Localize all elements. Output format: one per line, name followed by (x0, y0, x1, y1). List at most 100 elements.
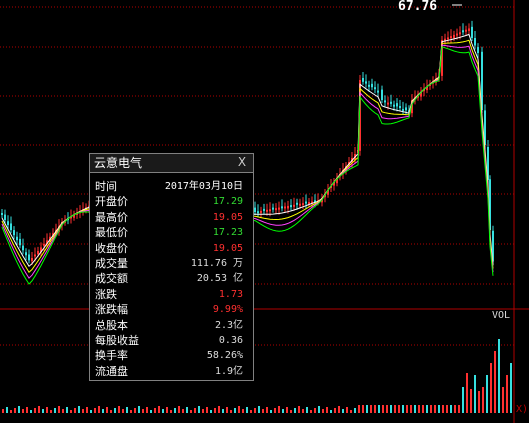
volume-bar (18, 406, 20, 413)
volume-bar (434, 405, 436, 413)
candle-body (296, 202, 298, 205)
candlestick-chart[interactable] (0, 0, 529, 423)
volume-bar (350, 410, 352, 413)
info-row-label: 成交量 (95, 256, 128, 270)
volume-bar (138, 406, 140, 413)
volume-bar (450, 405, 452, 413)
candle-body (465, 29, 467, 32)
volume-bar (102, 409, 104, 413)
volume-bar (338, 406, 340, 413)
info-row-value: 19.05 (212, 211, 243, 223)
info-row: 最高价 19.05 (90, 210, 253, 225)
volume-bar (94, 408, 96, 413)
volume-bar (50, 410, 52, 413)
volume-bar (206, 407, 208, 413)
volume-bar (238, 406, 240, 413)
volume-bar (442, 405, 444, 413)
candle-body (43, 243, 45, 246)
volume-bar (366, 405, 368, 413)
candle-body (257, 211, 259, 214)
volume-bar (106, 407, 108, 413)
candle-body (254, 207, 256, 212)
candle-body (477, 47, 479, 53)
volume-bar (318, 406, 320, 413)
candle-body (396, 103, 398, 107)
candle-body (471, 26, 473, 38)
popup-title-bar[interactable]: 云意电气 X (90, 154, 253, 173)
candle-body (293, 204, 295, 207)
candle-body (374, 87, 376, 90)
axis-mark: X) (516, 404, 529, 415)
close-icon[interactable]: X (235, 155, 249, 169)
volume-bar (230, 410, 232, 413)
volume-bar (474, 375, 476, 413)
volume-bar (354, 408, 356, 413)
volume-bar (242, 409, 244, 413)
volume-bar (294, 408, 296, 413)
info-row: 成交量 111.76 万 (90, 256, 253, 271)
volume-bar (74, 408, 76, 413)
info-row: 流通盘 1.9亿 (90, 364, 253, 379)
volume-bar (14, 408, 16, 413)
volume-bar (314, 408, 316, 413)
candle-body (28, 254, 30, 261)
volume-bar (226, 407, 228, 413)
volume-bar (258, 406, 260, 413)
volume-bar (334, 408, 336, 413)
volume-bar (34, 408, 36, 413)
volume-bar (466, 373, 468, 413)
info-row: 每股收益 0.36 (90, 333, 253, 348)
volume-bar (234, 408, 236, 413)
candle-body (474, 38, 476, 46)
candle-body (284, 206, 286, 209)
volume-bar (158, 406, 160, 413)
info-row: 涨跌 1.73 (90, 287, 253, 302)
volume-bar (458, 405, 460, 413)
price-gridlines (0, 6, 514, 346)
volume-bar (454, 405, 456, 413)
volume-bar (110, 410, 112, 413)
volume-bar (270, 410, 272, 413)
volume-bar (358, 405, 360, 413)
volume-bar (70, 410, 72, 413)
volume-bar (266, 407, 268, 413)
volume-bar (214, 408, 216, 413)
info-row-label: 换手率 (95, 349, 128, 363)
info-row-value: 19.05 (212, 242, 243, 254)
volume-bar (362, 405, 364, 413)
candle-body (456, 33, 458, 36)
info-rows: 时间 2017年03月10日 开盘价 17.29 最高价 19.05 最低价 17.23 收盘价… (90, 173, 253, 379)
volume-bar (502, 387, 504, 413)
info-row-label: 涨跌幅 (95, 303, 128, 317)
info-row-value: 20.53 亿 (196, 273, 243, 285)
volume-bar (342, 409, 344, 413)
candle-body (305, 201, 307, 204)
volume-bar (62, 409, 64, 413)
candle-body (393, 104, 395, 107)
volume-bar (118, 406, 120, 413)
volume-bar (174, 408, 176, 413)
candle-body (287, 205, 289, 209)
volume-bar (302, 409, 304, 413)
candle-body (384, 100, 386, 103)
volume-bar (310, 410, 312, 413)
candle-body (4, 214, 6, 221)
info-row: 收盘价 19.05 (90, 241, 253, 256)
candle-body (7, 221, 9, 226)
candle-body (16, 236, 18, 241)
volume-bar (22, 409, 24, 413)
volume-bar (186, 407, 188, 413)
candle-body (269, 209, 271, 212)
candle-body (19, 238, 21, 246)
candle-body (22, 245, 24, 251)
volume-bar (66, 407, 68, 413)
volume-bar (438, 405, 440, 413)
candle-body (31, 258, 33, 262)
candle-body (278, 207, 280, 210)
info-row-value: 17.23 (212, 227, 243, 239)
stock-info-popup: 云意电气 X 时间 2017年03月10日 开盘价 17.29 最高价 19.05 最低价 1… (89, 153, 254, 381)
candle-body (387, 102, 389, 105)
info-row-value: 1.9亿 (214, 365, 243, 377)
info-row-value: 111.76 万 (190, 257, 243, 269)
info-row: 换手率 58.26% (90, 348, 253, 363)
